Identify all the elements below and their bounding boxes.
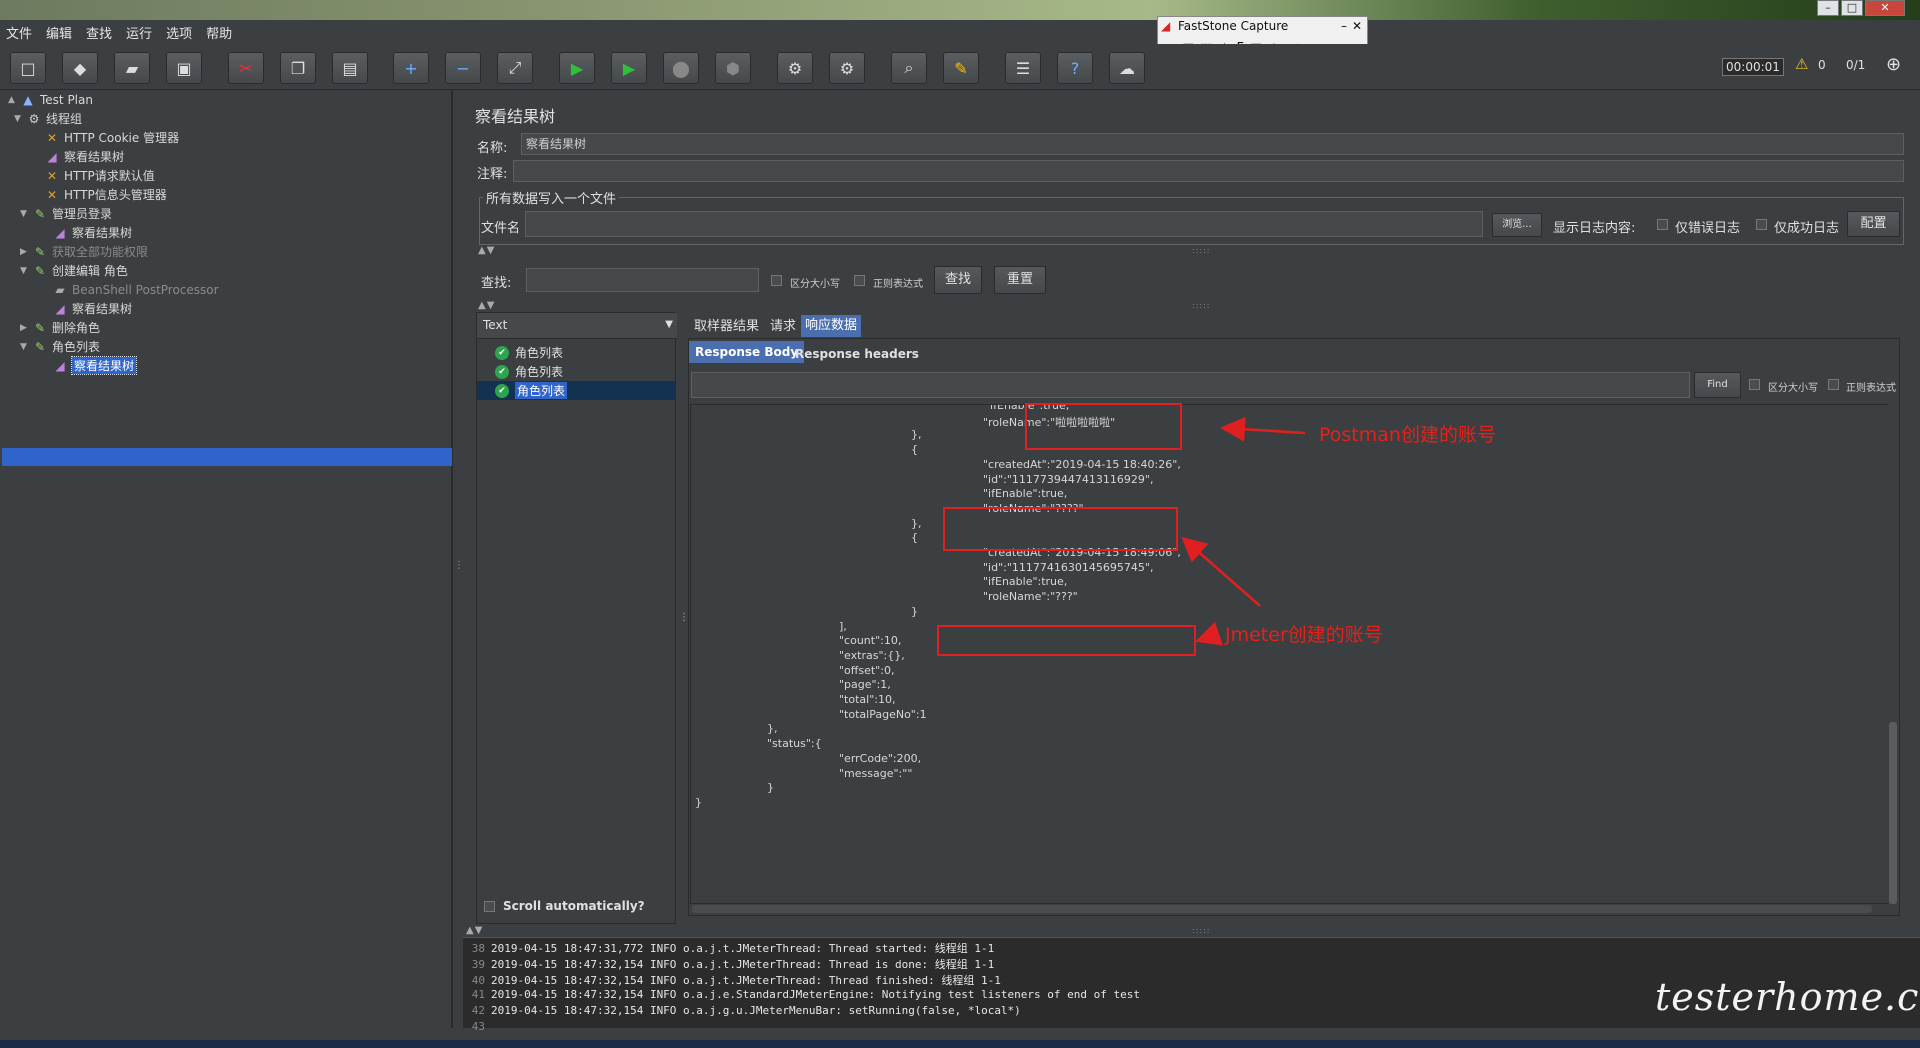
log-line-number: 40 [471,974,485,987]
split-handle-3[interactable]: ::::: [1192,926,1210,935]
log-line: 41 2019-04-15 18:47:32,154 INFO o.a.j.e.S… [463,988,1140,1004]
log-line: 38 2019-04-15 18:47:31,772 INFO o.a.j.t.J… [463,940,994,956]
log-line: 43 [463,1020,491,1036]
log-line-number: 41 [471,988,485,1001]
taskbar [0,1040,1920,1048]
log-line-text: 2019-04-15 18:47:32,154 INFO o.a.j.t.JMe… [491,958,995,971]
log-line-text: 2019-04-15 18:47:32,154 INFO o.a.j.e.Sta… [491,988,1141,1001]
log-line-text: 2019-04-15 18:47:32,154 INFO o.a.j.t.JMe… [491,974,1001,987]
log-line: 40 2019-04-15 18:47:32,154 INFO o.a.j.t.J… [463,972,1001,988]
log-line-number: 43 [471,1020,485,1033]
log-line-text: 2019-04-15 18:47:32,154 INFO o.a.j.g.u.J… [491,1004,1021,1017]
log-line-text: 2019-04-15 18:47:31,772 INFO o.a.j.t.JMe… [491,942,995,955]
collapse-arrows-3[interactable]: ▲▼ [466,925,483,936]
log-line-number: 39 [471,958,485,971]
log-line: 42 2019-04-15 18:47:32,154 INFO o.a.j.g.u… [463,1004,1021,1020]
log-line-number: 42 [471,1004,485,1017]
annotation-arrows [1181,416,1306,646]
log-line: 39 2019-04-15 18:47:32,154 INFO o.a.j.t.J… [463,956,994,972]
watermark: testerhome.com [1655,975,1920,1019]
log-line-number: 38 [471,942,485,955]
